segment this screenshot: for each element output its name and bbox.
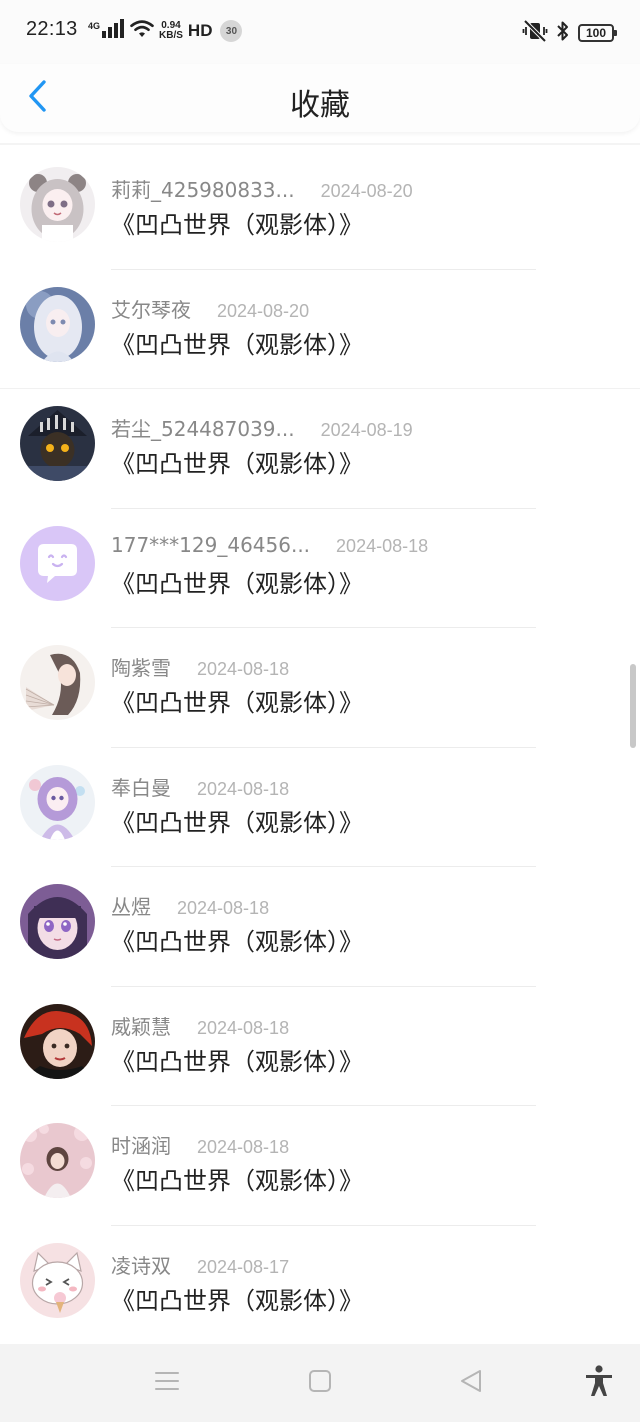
- item-meta: 威颖慧 2024-08-18: [111, 1011, 289, 1040]
- list-item[interactable]: 陶紫雪 2024-08-18 《凹凸世界（观影体）》: [0, 628, 640, 748]
- list-item[interactable]: 威颖慧 2024-08-18 《凹凸世界（观影体）》: [0, 987, 640, 1106]
- avatar[interactable]: [20, 1123, 95, 1198]
- item-meta: 艾尔琴夜 2024-08-20: [111, 294, 309, 323]
- system-nav-bar: [0, 1344, 640, 1422]
- favorite-date: 2024-08-20: [217, 300, 310, 321]
- username[interactable]: 时涵润: [111, 1130, 171, 1159]
- status-left-icons: 4G 0.94 KB/S HD 30: [88, 19, 243, 43]
- username[interactable]: 177***129_46456...: [111, 533, 310, 557]
- home-button[interactable]: [305, 1368, 335, 1398]
- username[interactable]: 奉白曼: [111, 772, 171, 801]
- favorite-date: 2024-08-18: [177, 898, 270, 918]
- book-title[interactable]: 《凹凸世界（观影体）》: [111, 564, 363, 599]
- header-divider: [0, 143, 640, 145]
- accessibility-button[interactable]: [584, 1365, 614, 1401]
- favorite-date: 2024-08-20: [320, 181, 413, 201]
- username[interactable]: 凌诗双: [111, 1250, 171, 1279]
- item-meta: 陶紫雪 2024-08-18: [111, 652, 289, 681]
- avatar[interactable]: [20, 764, 95, 840]
- item-meta: 177***129_46456... 2024-08-18: [111, 533, 428, 557]
- username[interactable]: 若尘_524487039...: [111, 413, 295, 442]
- signal-icon: [101, 19, 125, 43]
- accessibility-icon: [584, 1365, 614, 1401]
- status-right-icons: 100: [522, 19, 617, 46]
- book-title[interactable]: 《凹凸世界（观影体）》: [111, 205, 363, 240]
- battery-indicator: 100: [578, 24, 617, 42]
- favorite-date: 2024-08-17: [197, 1256, 290, 1277]
- list-item[interactable]: 艾尔琴夜 2024-08-20 《凹凸世界（观影体）》: [0, 270, 640, 389]
- speed-unit: KB/S: [159, 30, 183, 41]
- back-nav-button[interactable]: [456, 1368, 486, 1398]
- list-item[interactable]: 177***129_46456... 2024-08-18 《凹凸世界（观影体）…: [0, 509, 640, 628]
- item-meta: 时涵润 2024-08-18: [111, 1130, 289, 1159]
- avatar[interactable]: [20, 167, 95, 242]
- book-title[interactable]: 《凹凸世界（观影体）》: [111, 803, 363, 838]
- favorite-date: 2024-08-18: [197, 1137, 290, 1157]
- list-item[interactable]: 时涵润 2024-08-18 《凹凸世界（观影体）》: [0, 1106, 640, 1226]
- vibrate-off-icon: [522, 19, 548, 46]
- book-title[interactable]: 《凹凸世界（观影体）》: [111, 1161, 363, 1196]
- hd-indicator: HD: [187, 21, 213, 40]
- favorite-date: 2024-08-19: [320, 420, 413, 440]
- username[interactable]: 威颖慧: [111, 1011, 171, 1040]
- item-meta: 莉莉_425980833... 2024-08-20: [111, 174, 413, 203]
- book-title[interactable]: 《凹凸世界（观影体）》: [111, 1042, 363, 1077]
- list-item[interactable]: 凌诗双 2024-08-17 《凹凸世界（观影体）》: [0, 1226, 640, 1345]
- item-meta: 奉白曼 2024-08-18: [111, 772, 289, 801]
- menu-icon: [154, 1369, 180, 1397]
- home-square-icon: [308, 1369, 332, 1397]
- username[interactable]: 丛煜: [111, 891, 151, 920]
- wifi-icon: [130, 19, 154, 43]
- favorite-date: 2024-08-18: [197, 778, 290, 799]
- notification-badge: 30: [220, 20, 243, 42]
- avatar[interactable]: [20, 406, 95, 481]
- favorites-list: 莉莉_425980833... 2024-08-20 《凹凸世界（观影体）》 艾…: [0, 150, 640, 1345]
- avatar[interactable]: [20, 645, 95, 720]
- book-title[interactable]: 《凹凸世界（观影体）》: [111, 444, 363, 479]
- list-item[interactable]: 奉白曼 2024-08-18 《凹凸世界（观影体）》: [0, 748, 640, 867]
- username[interactable]: 陶紫雪: [111, 652, 171, 681]
- bluetooth-icon: [556, 20, 570, 46]
- username[interactable]: 莉莉_425980833...: [111, 174, 295, 203]
- avatar[interactable]: [20, 1003, 95, 1079]
- list-item[interactable]: 莉莉_425980833... 2024-08-20 《凹凸世界（观影体）》: [0, 150, 640, 270]
- scrollbar-thumb[interactable]: [630, 664, 636, 748]
- network-type: 4G: [88, 20, 101, 31]
- item-meta: 丛煜 2024-08-18: [111, 891, 269, 920]
- status-time: 22:13: [26, 18, 78, 40]
- book-title[interactable]: 《凹凸世界（观影体）》: [111, 325, 363, 360]
- favorite-date: 2024-08-18: [197, 1017, 290, 1038]
- back-triangle-icon: [458, 1368, 484, 1398]
- book-title[interactable]: 《凹凸世界（观影体）》: [111, 1281, 363, 1316]
- list-item[interactable]: 若尘_524487039... 2024-08-19 《凹凸世界（观影体）》: [0, 389, 640, 509]
- list-item[interactable]: 丛煜 2024-08-18 《凹凸世界（观影体）》: [0, 867, 640, 987]
- menu-button[interactable]: [152, 1368, 182, 1398]
- page-title: 收藏: [290, 88, 350, 123]
- favorite-date: 2024-08-18: [336, 535, 429, 556]
- network-speed: 0.94 KB/S: [159, 21, 183, 41]
- item-meta: 若尘_524487039... 2024-08-19: [111, 413, 413, 442]
- avatar[interactable]: [20, 884, 95, 959]
- avatar[interactable]: [20, 286, 95, 362]
- avatar[interactable]: [20, 1242, 95, 1318]
- app-header: 收藏: [0, 64, 640, 132]
- book-title[interactable]: 《凹凸世界（观影体）》: [111, 922, 363, 957]
- item-meta: 凌诗双 2024-08-17: [111, 1250, 289, 1279]
- favorite-date: 2024-08-18: [197, 659, 290, 679]
- book-title[interactable]: 《凹凸世界（观影体）》: [111, 683, 363, 718]
- avatar[interactable]: [20, 525, 95, 601]
- username[interactable]: 艾尔琴夜: [111, 294, 191, 323]
- status-bar: 22:13 4G 0.94 KB/S HD 30 100: [0, 0, 640, 64]
